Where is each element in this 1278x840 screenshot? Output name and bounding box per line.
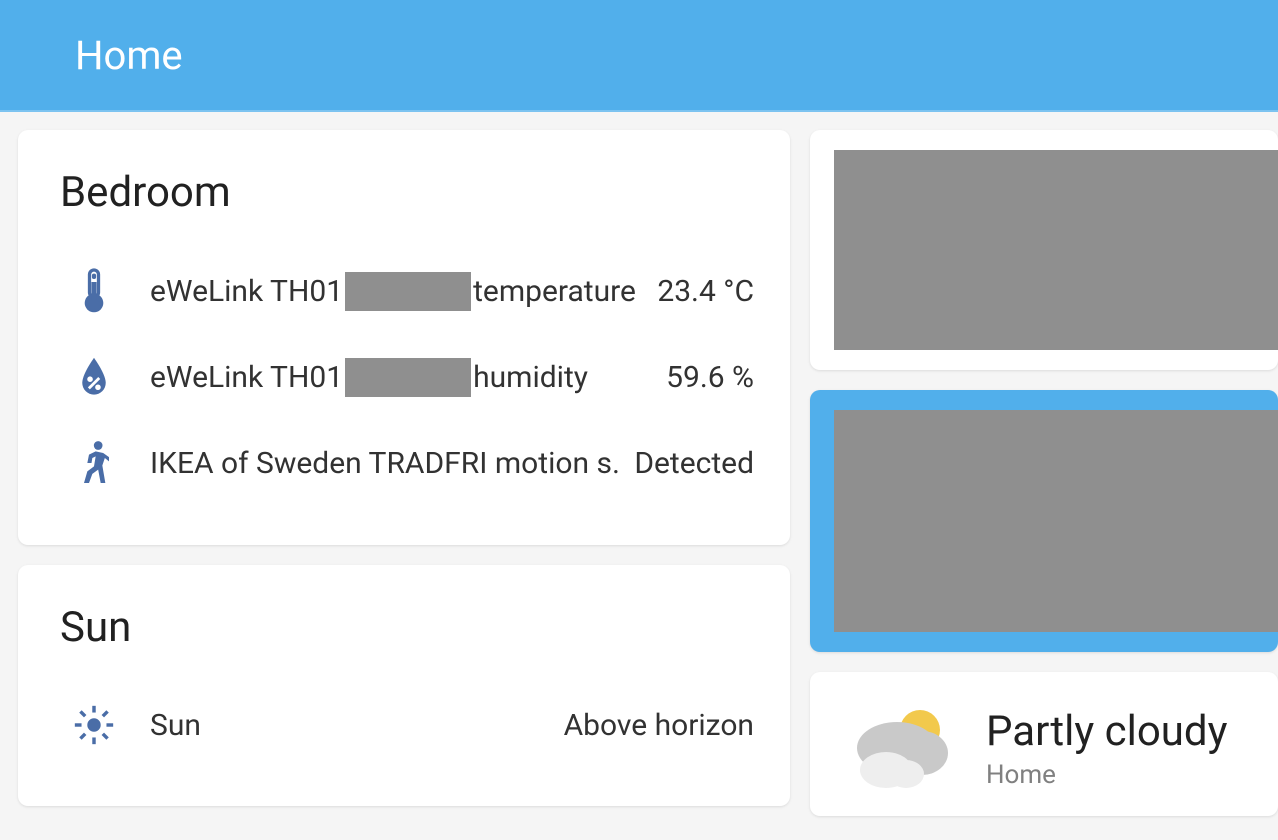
page-title: Home: [75, 32, 183, 79]
image-card-1[interactable]: [810, 130, 1278, 370]
partly-cloudy-icon: [842, 698, 962, 798]
sun-label: Sun: [150, 708, 548, 743]
left-column: Bedroom eWeLink TH01 temperature 23.: [18, 130, 790, 816]
bedroom-temperature-label: eWeLink TH01 temperature: [150, 272, 641, 311]
bedroom-card-title: Bedroom: [60, 168, 754, 217]
weather-card[interactable]: Partly cloudy Home: [810, 672, 1278, 816]
right-column: Partly cloudy Home: [810, 130, 1278, 816]
bedroom-motion-label: IKEA of Sweden TRADFRI motion s…: [150, 446, 618, 481]
sun-card-title: Sun: [60, 603, 754, 652]
sun-icon: [54, 702, 134, 748]
redacted-segment: [345, 358, 471, 397]
bedroom-temperature-value: 23.4 °C: [657, 274, 754, 309]
bedroom-temperature-row[interactable]: eWeLink TH01 temperature 23.4 °C: [54, 247, 754, 335]
content-area: Bedroom eWeLink TH01 temperature 23.: [0, 112, 1278, 834]
bedroom-humidity-value: 59.6 %: [666, 360, 754, 395]
redacted-segment: [345, 272, 471, 311]
sun-value: Above horizon: [564, 708, 754, 743]
sun-row[interactable]: Sun Above horizon: [54, 682, 754, 768]
thermometer-icon: [54, 267, 134, 315]
bedroom-motion-value: Detected: [634, 446, 754, 481]
weather-location: Home: [986, 760, 1227, 790]
image-placeholder: [834, 150, 1278, 350]
bedroom-card: Bedroom eWeLink TH01 temperature 23.: [18, 130, 790, 545]
bedroom-motion-row[interactable]: IKEA of Sweden TRADFRI motion s… Detecte…: [54, 419, 754, 507]
run-icon: [54, 439, 134, 487]
water-percent-icon: [54, 355, 134, 399]
weather-text: Partly cloudy Home: [986, 707, 1227, 790]
weather-condition: Partly cloudy: [986, 707, 1227, 756]
image-card-2[interactable]: [810, 390, 1278, 652]
sun-card: Sun Sun Above horiz: [18, 565, 790, 806]
bedroom-humidity-row[interactable]: eWeLink TH01 humidity 59.6 %: [54, 335, 754, 419]
bedroom-humidity-label: eWeLink TH01 humidity: [150, 358, 650, 397]
image-placeholder: [834, 410, 1278, 632]
app-header: Home: [0, 0, 1278, 112]
